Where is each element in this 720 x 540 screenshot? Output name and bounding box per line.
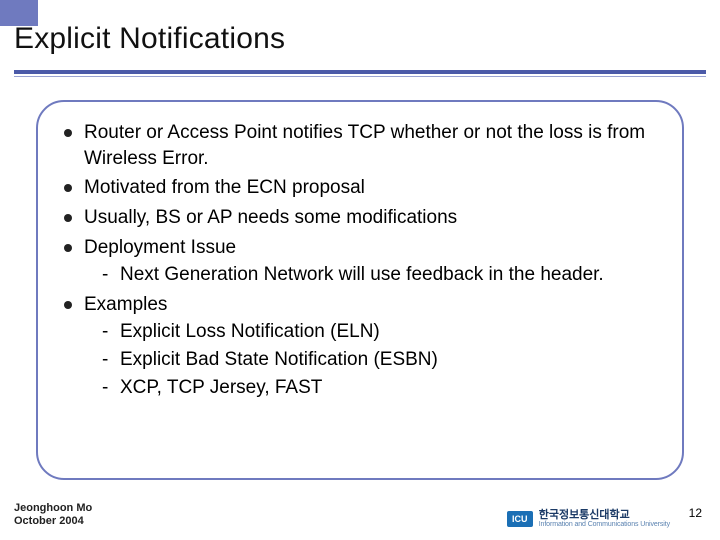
page-number: 12: [689, 506, 702, 520]
footer-left: Jeonghoon Mo October 2004: [14, 502, 92, 528]
sub-list: Next Generation Network will use feedbac…: [84, 262, 660, 288]
bullet-text: Examples: [84, 294, 167, 315]
logo-english: Information and Communications Universit…: [539, 521, 670, 528]
bullet-text: Motivated from the ECN proposal: [84, 177, 365, 198]
bullet-item: Usually, BS or AP needs some modificatio…: [60, 205, 660, 231]
sub-item: XCP, TCP Jersey, FAST: [84, 375, 660, 401]
sub-text: Next Generation Network will use feedbac…: [120, 264, 604, 285]
footer-logo: ICU 한국정보통신대학교 Information and Communicat…: [507, 510, 670, 528]
logo-text: 한국정보통신대학교 Information and Communications…: [539, 510, 670, 528]
sub-item: Next Generation Network will use feedbac…: [84, 262, 660, 288]
sub-item: Explicit Loss Notification (ELN): [84, 319, 660, 345]
content-box: Router or Access Point notifies TCP whet…: [36, 100, 684, 480]
title-area: Explicit Notifications: [14, 22, 706, 56]
bullet-text: Usually, BS or AP needs some modificatio…: [84, 207, 457, 228]
bullet-text: Deployment Issue: [84, 237, 236, 258]
footer-author: Jeonghoon Mo: [14, 502, 92, 515]
bullet-item: Examples Explicit Loss Notification (ELN…: [60, 292, 660, 401]
sub-text: Explicit Bad State Notification (ESBN): [120, 349, 438, 370]
footer-date: October 2004: [14, 515, 92, 528]
logo-badge-icon: ICU: [507, 511, 533, 527]
sub-text: XCP, TCP Jersey, FAST: [120, 377, 322, 398]
bullet-list: Router or Access Point notifies TCP whet…: [60, 120, 660, 400]
sub-item: Explicit Bad State Notification (ESBN): [84, 347, 660, 373]
title-rule-thick: [14, 70, 706, 74]
title-rule-thin: [14, 76, 706, 77]
bullet-item: Router or Access Point notifies TCP whet…: [60, 120, 660, 171]
logo-korean: 한국정보통신대학교: [539, 510, 670, 521]
sub-list: Explicit Loss Notification (ELN) Explici…: [84, 319, 660, 400]
bullet-item: Motivated from the ECN proposal: [60, 175, 660, 201]
slide-title: Explicit Notifications: [14, 22, 706, 56]
slide: Explicit Notifications Router or Access …: [0, 0, 720, 540]
sub-text: Explicit Loss Notification (ELN): [120, 321, 380, 342]
bullet-item: Deployment Issue Next Generation Network…: [60, 235, 660, 288]
bullet-text: Router or Access Point notifies TCP whet…: [84, 122, 645, 169]
footer: Jeonghoon Mo October 2004 ICU 한국정보통신대학교 …: [14, 492, 706, 530]
